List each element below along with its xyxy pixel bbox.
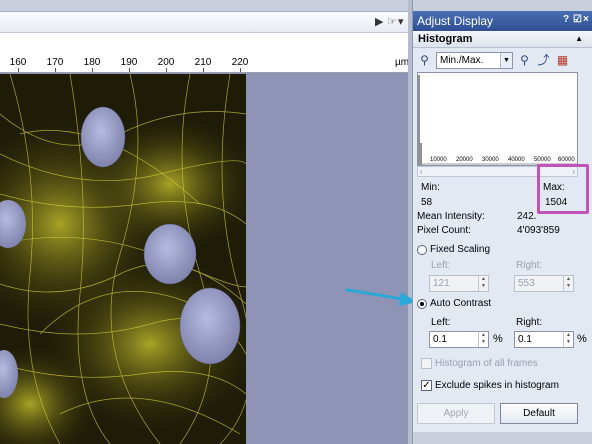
ruler-label: 200 <box>157 57 175 68</box>
pixel-count-value: 4'093'859 <box>517 225 560 236</box>
panel-top-strip <box>413 0 592 11</box>
fixed-right-value: 553 <box>518 278 535 289</box>
image-viewer: ▶ ☞ ▾ 160 170 180 190 200 210 220 µm <box>0 0 412 444</box>
auto-right-unit: % <box>577 333 587 345</box>
auto-right-input[interactable]: 0.1 ▲ ▼ <box>514 331 574 348</box>
play-icon[interactable]: ▶ <box>375 15 383 28</box>
mean-intensity-value: 242. <box>517 211 537 222</box>
histogram-section-header[interactable]: Histogram ▲ <box>413 31 592 48</box>
fixed-left-input[interactable]: 121 ▲ ▼ <box>429 275 489 292</box>
axis-label: 40000 <box>508 157 525 163</box>
ruler-tick <box>240 68 241 72</box>
histogram-graphic <box>418 75 577 165</box>
pin-icon[interactable]: ☑ <box>573 14 582 25</box>
auto-right-value: 0.1 <box>518 334 532 345</box>
spin-arrows-icon[interactable]: ▲ ▼ <box>478 276 488 291</box>
scroll-left-icon[interactable]: ‹ <box>420 167 423 176</box>
zoom-out-icon[interactable]: ⚲ <box>416 52 433 69</box>
mode-select-value: Min./Max. <box>440 55 484 66</box>
adjust-display-panel: Adjust Display ? ☑ × Histogram ▲ ⚲ Min./… <box>412 0 592 444</box>
histogram-toolbar: ⚲ Min./Max. ▼ ⚲ ⤴ ▦ <box>413 48 592 72</box>
axis-label: 30000 <box>482 157 499 163</box>
exclude-spikes-label: Exclude spikes in histogram <box>435 380 559 391</box>
fixed-right-label: Right: <box>516 260 543 271</box>
viewer-top-strip <box>0 0 412 12</box>
mean-intensity-label: Mean Intensity: <box>417 211 485 222</box>
min-value: 58 <box>421 197 433 208</box>
pixel-count-label: Pixel Count: <box>417 225 471 236</box>
ruler-gap <box>0 33 412 53</box>
max-highlight-box <box>537 164 589 214</box>
mode-select[interactable]: Min./Max. ▼ <box>436 52 513 69</box>
section-title: Histogram <box>418 33 473 45</box>
histogram-all-frames-label: Histogram of all frames <box>435 358 538 369</box>
curve-icon[interactable]: ⤴ <box>535 52 552 69</box>
hand-icon[interactable]: ☞ <box>387 15 397 28</box>
help-icon[interactable]: ? <box>563 14 569 25</box>
ruler-label: 190 <box>120 57 138 68</box>
zoom-in-icon[interactable]: ⚲ <box>516 52 533 69</box>
fixed-left-value: 121 <box>433 278 450 289</box>
ruler-label: 160 <box>9 57 27 68</box>
histogram-plot[interactable] <box>417 72 578 166</box>
auto-left-input[interactable]: 0.1 ▲ ▼ <box>429 331 489 348</box>
panel-bottom-strip <box>413 432 592 444</box>
ruler-tick <box>92 68 93 72</box>
spin-arrows-icon[interactable]: ▲ ▼ <box>478 332 488 347</box>
ruler-tick <box>203 68 204 72</box>
fixed-left-label: Left: <box>431 260 451 271</box>
histogram-all-frames-checkbox[interactable] <box>421 358 432 369</box>
min-label: Min: <box>421 182 440 193</box>
auto-left-value: 0.1 <box>433 334 447 345</box>
spin-arrows-icon[interactable]: ▲ ▼ <box>563 276 573 291</box>
table-icon[interactable]: ▦ <box>554 52 571 69</box>
ruler-label: 180 <box>83 57 101 68</box>
default-button[interactable]: Default <box>500 403 578 424</box>
panel-title: Adjust Display <box>417 14 494 28</box>
fixed-scaling-radio[interactable] <box>417 245 427 255</box>
auto-right-label: Right: <box>516 317 543 328</box>
axis-label: 10000 <box>430 157 447 163</box>
microscopy-image-graphic <box>0 74 246 444</box>
close-icon[interactable]: × <box>583 14 589 25</box>
fixed-scaling-label: Fixed Scaling <box>430 244 491 255</box>
ruler-tick <box>55 68 56 72</box>
auto-contrast-label: Auto Contrast <box>430 298 492 309</box>
axis-label: 20000 <box>456 157 473 163</box>
scale-ruler: 160 170 180 190 200 210 220 µm <box>0 53 412 73</box>
axis-label: 50000 <box>534 157 551 163</box>
exclude-spikes-checkbox[interactable]: ✓ <box>421 380 432 391</box>
auto-left-label: Left: <box>431 317 451 328</box>
ruler-tick <box>129 68 130 72</box>
collapse-icon[interactable]: ▲ <box>575 34 583 43</box>
apply-button[interactable]: Apply <box>417 403 495 424</box>
ruler-label: 210 <box>194 57 212 68</box>
ruler-tick <box>166 68 167 72</box>
spin-arrows-icon[interactable]: ▲ ▼ <box>563 332 573 347</box>
chevron-down-icon: ▼ <box>500 53 512 68</box>
dropdown-icon[interactable]: ▾ <box>398 15 404 28</box>
ruler-label: 170 <box>46 57 64 68</box>
ruler-tick <box>18 68 19 72</box>
ruler-unit: µm <box>394 57 410 68</box>
viewer-toolbar: ▶ ☞ ▾ <box>0 12 412 33</box>
panel-title-bar: Adjust Display ? ☑ × <box>413 11 592 31</box>
axis-label: 60000 <box>558 157 575 163</box>
fixed-right-input[interactable]: 553 ▲ ▼ <box>514 275 574 292</box>
auto-contrast-radio[interactable] <box>417 299 427 309</box>
auto-left-unit: % <box>493 333 503 345</box>
ruler-label: 220 <box>231 57 249 68</box>
microscopy-image[interactable] <box>0 74 246 444</box>
